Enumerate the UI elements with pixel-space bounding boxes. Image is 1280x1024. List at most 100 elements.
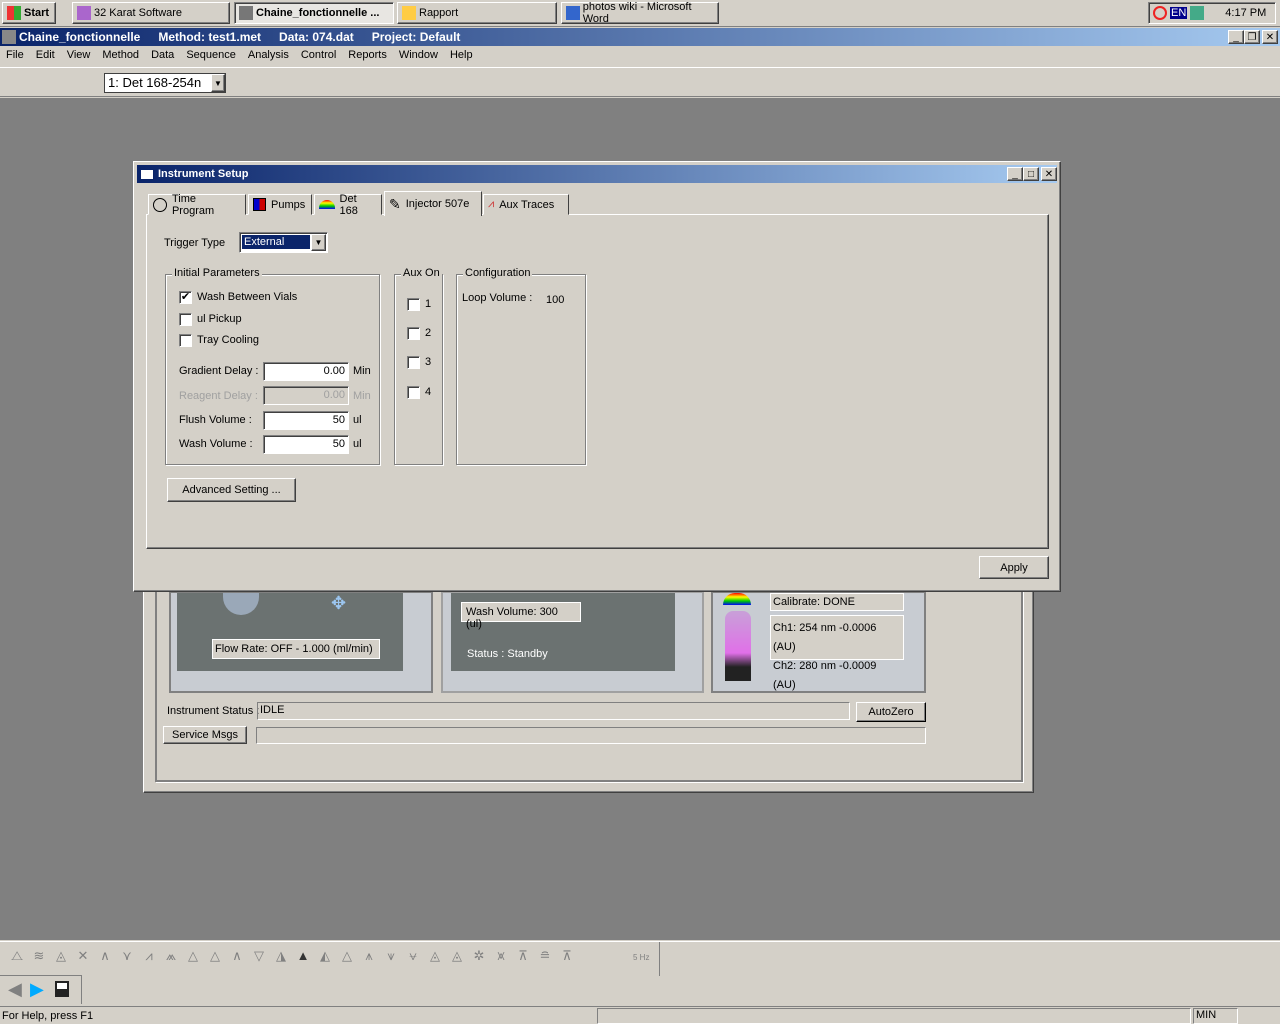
advanced-setting-button[interactable]: Advanced Setting ... xyxy=(167,478,296,502)
peak-tool-icon[interactable]: ≘ xyxy=(534,948,556,964)
peak-tool-icon[interactable]: △ xyxy=(204,948,226,964)
peak-tool-icon[interactable]: ≋ xyxy=(28,948,50,964)
language-indicator[interactable]: EN xyxy=(1170,7,1188,19)
taskbar-item-karat[interactable]: 32 Karat Software xyxy=(72,2,230,24)
menu-data[interactable]: Data xyxy=(151,49,174,61)
rate-5hz[interactable]: 5 Hz xyxy=(633,953,649,962)
peak-tool-icon[interactable]: ⩘ xyxy=(138,948,160,964)
tab-injector-507e[interactable]: ✎ Injector 507e xyxy=(384,191,482,216)
menu-control[interactable]: Control xyxy=(301,49,336,61)
menu-edit[interactable]: Edit xyxy=(36,49,55,61)
peak-tool-icon[interactable]: ◭ xyxy=(314,948,336,964)
tab-aux-traces[interactable]: ⩘ Aux Traces xyxy=(483,194,569,215)
taskbar-item-chaine[interactable]: Chaine_fonctionnelle ... xyxy=(234,2,394,24)
network-disconnected-icon[interactable] xyxy=(1190,6,1205,20)
menu-view[interactable]: View xyxy=(67,49,91,61)
restore-button[interactable]: ❐ xyxy=(1244,30,1260,44)
peak-tool-icon[interactable]: ⩕ xyxy=(160,948,182,964)
taskbar-item-word[interactable]: photos wiki - Microsoft Word xyxy=(561,1,719,25)
peak-tool-icon[interactable]: ◮ xyxy=(270,948,292,964)
service-msgs-button[interactable]: Service Msgs xyxy=(163,726,247,744)
service-msgs-field xyxy=(256,727,926,744)
menu-reports[interactable]: Reports xyxy=(348,49,387,61)
injector-status-label: Status : Standby xyxy=(467,648,548,660)
reagent-delay-label: Reagent Delay : xyxy=(179,390,258,402)
start-button[interactable]: Start xyxy=(2,2,56,24)
peak-tool-icon[interactable]: △ xyxy=(336,948,358,964)
nav-toolbar: ◀ ▶ xyxy=(0,975,82,1004)
peak-tool-icon[interactable]: ▲ xyxy=(292,948,314,964)
aux-1-checkbox[interactable] xyxy=(407,298,420,311)
peak-tool-icon[interactable]: ⧍ xyxy=(6,948,28,964)
autozero-button[interactable]: AutoZero xyxy=(856,702,926,722)
aux-4-label: 4 xyxy=(425,386,432,398)
peak-tool-icon[interactable]: ⩛ xyxy=(380,948,402,964)
aux-2-checkbox[interactable] xyxy=(407,327,420,340)
status-pane xyxy=(597,1008,1191,1024)
peak-tool-icon[interactable]: ⩝ xyxy=(402,948,424,964)
peak-tool-icon[interactable]: ∧ xyxy=(94,948,116,964)
ul-pickup-checkbox[interactable] xyxy=(179,313,192,326)
peak-tool-icon[interactable]: ▽ xyxy=(248,948,270,964)
peak-tool-icon[interactable]: ⊼ xyxy=(556,948,578,964)
peak-tool-icon[interactable]: ⋎ xyxy=(116,948,138,964)
menu-method[interactable]: Method xyxy=(102,49,139,61)
apply-button[interactable]: Apply xyxy=(979,556,1049,579)
taskbar-item-rapport[interactable]: Rapport xyxy=(397,2,557,24)
calibrate-label: Calibrate: DONE xyxy=(770,593,904,611)
flush-volume-label: Flush Volume : xyxy=(179,414,252,426)
wash-between-vials-checkbox[interactable]: ✔ xyxy=(179,291,192,304)
detector-select[interactable]: 1: Det 168-254n ▼ xyxy=(104,73,226,93)
dialog-close-button[interactable]: ✕ xyxy=(1041,167,1057,181)
traces-icon: ⩘ xyxy=(488,198,495,210)
tab-time-program[interactable]: Time Program xyxy=(148,193,246,217)
peak-tool-icon[interactable]: ⩚ xyxy=(358,948,380,964)
flush-volume-unit: ul xyxy=(353,414,362,426)
peak-tool-icon[interactable]: ∧ xyxy=(226,948,248,964)
gradient-delay-input[interactable]: 0.00 xyxy=(263,362,349,381)
menu-help[interactable]: Help xyxy=(450,49,473,61)
karat-icon xyxy=(77,6,91,20)
app-icon xyxy=(2,30,16,44)
dialog-maximize-button[interactable]: □ xyxy=(1023,167,1039,181)
aux-3-checkbox[interactable] xyxy=(407,356,420,369)
menu-bar: File Edit View Method Data Sequence Anal… xyxy=(6,49,485,61)
tray-cooling-label: Tray Cooling xyxy=(197,334,259,346)
title-bar: Chaine_fonctionnelle Method: test1.met D… xyxy=(0,28,1280,46)
menu-analysis[interactable]: Analysis xyxy=(248,49,289,61)
menu-file[interactable]: File xyxy=(6,49,24,61)
flush-volume-input[interactable]: 50 xyxy=(263,411,349,430)
peak-tool-icon[interactable]: ✕ xyxy=(72,948,94,964)
gradient-delay-unit: Min xyxy=(353,365,371,377)
trigger-type-select[interactable]: External ▼ xyxy=(239,232,328,253)
channel-readout: Ch1: 254 nm -0.0006 (AU) Ch2: 280 nm -0.… xyxy=(770,615,904,691)
dialog-minimize-button[interactable]: _ xyxy=(1007,167,1023,181)
play-arrow-icon[interactable]: ▶ xyxy=(30,979,44,1000)
peak-tool-icon[interactable]: ◬ xyxy=(446,948,468,964)
chevron-down-icon[interactable]: ▼ xyxy=(311,234,326,251)
peak-tool-icon[interactable]: △ xyxy=(182,948,204,964)
close-button[interactable]: ✕ xyxy=(1262,30,1278,44)
menu-sequence[interactable]: Sequence xyxy=(186,49,236,61)
back-arrow-icon[interactable]: ◀ xyxy=(8,979,22,1000)
tray-cooling-checkbox[interactable] xyxy=(179,334,192,347)
gradient-delay-label: Gradient Delay : xyxy=(179,365,259,377)
chevron-down-icon[interactable]: ▼ xyxy=(211,74,225,92)
minimize-button[interactable]: _ xyxy=(1228,30,1244,44)
detector-panel: Calibrate: DONE Ch1: 254 nm -0.0006 (AU)… xyxy=(711,591,926,693)
menu-window[interactable]: Window xyxy=(399,49,438,61)
save-icon[interactable] xyxy=(55,981,69,997)
project-label: Project: Default xyxy=(371,30,461,44)
tab-det-168[interactable]: Det 168 xyxy=(314,193,382,217)
tab-pumps[interactable]: Pumps xyxy=(248,194,312,215)
peak-tool-icon[interactable]: ✲ xyxy=(468,948,490,964)
peak-tool-icon[interactable]: ⊼ xyxy=(512,948,534,964)
no-sign-icon[interactable] xyxy=(1153,6,1167,20)
aux-4-checkbox[interactable] xyxy=(407,386,420,399)
dialog-title-bar: Instrument Setup xyxy=(137,165,1057,183)
wash-volume-input[interactable]: 50 xyxy=(263,435,349,454)
peak-tool-icon[interactable]: ◬ xyxy=(50,948,72,964)
ch1-readout: Ch1: 254 nm -0.0006 (AU) xyxy=(773,622,877,653)
peak-tool-icon[interactable]: ◬ xyxy=(424,948,446,964)
peak-tool-icon[interactable]: ⩙ xyxy=(490,948,512,964)
